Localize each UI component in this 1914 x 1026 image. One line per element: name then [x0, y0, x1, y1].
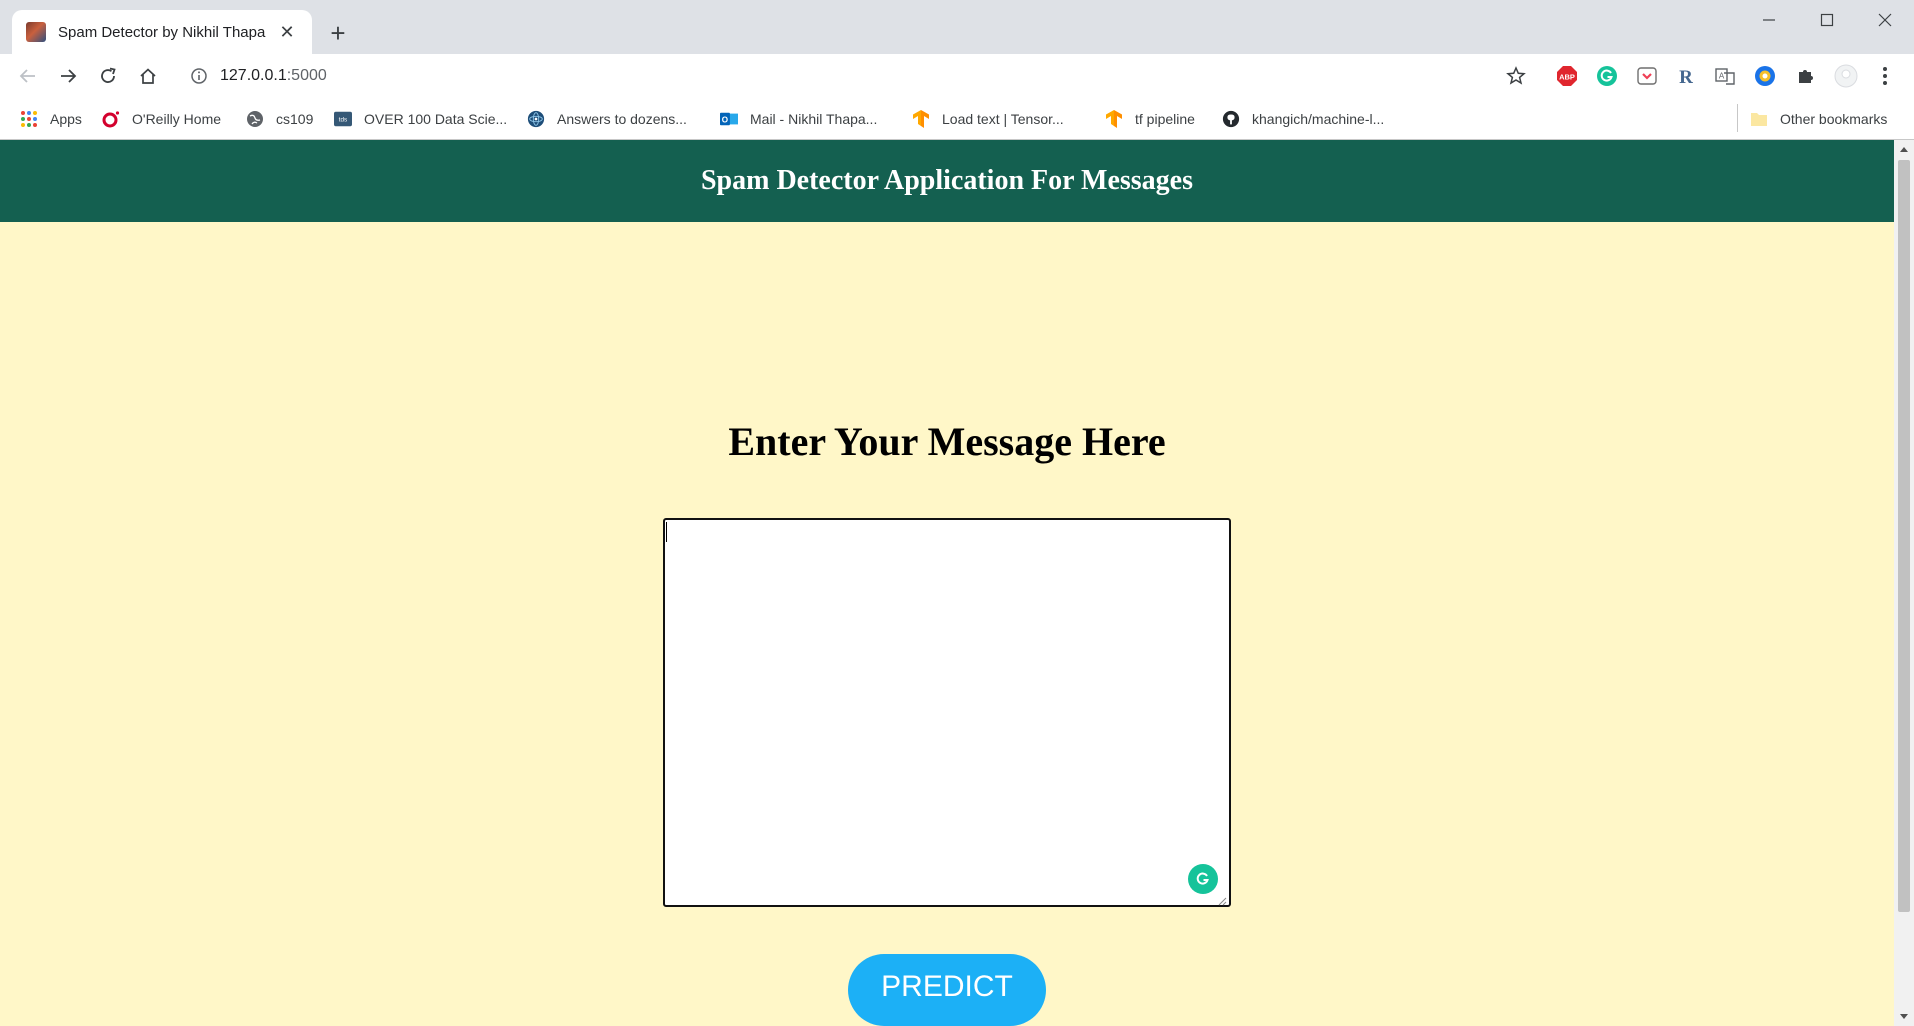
bookmark-apps[interactable]: Apps [20, 107, 82, 131]
page-scrollbar[interactable] [1894, 140, 1914, 1026]
text-caret [666, 522, 667, 542]
bookmark-star-icon[interactable] [1504, 64, 1528, 88]
back-arrow-icon[interactable] [12, 60, 44, 92]
close-window-icon[interactable] [1856, 0, 1914, 40]
bookmark-label: Load text | Tensor... [942, 111, 1064, 127]
bookmark-tf-pipeline[interactable]: tf pipeline [1105, 107, 1195, 131]
globe-icon [246, 110, 264, 128]
browser-tab[interactable]: Spam Detector by Nikhil Thapa ✕ [12, 10, 312, 54]
svg-text:tds: tds [339, 117, 347, 124]
bookmarks-bar: Apps O'Reilly Home cs109 tds OVER 100 Da… [0, 99, 1914, 140]
bookmark-label: Answers to dozens... [557, 111, 687, 127]
home-icon[interactable] [132, 60, 164, 92]
bookmark-label: khangich/machine-l... [1252, 111, 1385, 127]
new-tab-button[interactable]: + [322, 17, 354, 49]
scroll-thumb[interactable] [1898, 160, 1910, 912]
other-bookmarks[interactable]: Other bookmarks [1750, 107, 1887, 131]
bookmark-github[interactable]: khangich/machine-l... [1222, 107, 1384, 131]
bookmark-answers[interactable]: Answers to dozens... [527, 107, 687, 131]
translate-icon[interactable]: A [1713, 64, 1737, 88]
scroll-up-icon[interactable] [1894, 140, 1914, 158]
tensorflow-icon [912, 110, 930, 128]
tab-title: Spam Detector by Nikhil Thapa [58, 23, 266, 41]
r-icon[interactable]: R [1674, 64, 1698, 88]
url-port: :5000 [286, 67, 327, 84]
grammarly-badge-icon[interactable] [1188, 864, 1218, 894]
browser-toolbar: 127.0.0.1:5000 ABP R A [0, 54, 1914, 99]
tensorflow-icon [1105, 110, 1123, 128]
kebab-menu-icon[interactable] [1873, 64, 1897, 88]
github-icon [1222, 110, 1240, 128]
window-controls [1740, 0, 1914, 40]
svg-text:ABP: ABP [1559, 73, 1575, 82]
oreilly-icon [102, 110, 120, 128]
adblock-icon[interactable]: ABP [1555, 64, 1579, 88]
header-title: Spam Detector Application For Messages [700, 165, 1194, 196]
page-header: Spam Detector Application For Messages [0, 140, 1894, 222]
svg-text:O: O [722, 116, 728, 125]
site-info-icon[interactable] [190, 67, 208, 85]
predict-button[interactable]: PREDICT [848, 954, 1046, 1026]
pocket-icon[interactable] [1635, 64, 1659, 88]
bookmark-oreilly[interactable]: O'Reilly Home [102, 107, 221, 131]
message-heading: Enter Your Message Here [728, 419, 1166, 464]
tab-close-icon[interactable]: ✕ [276, 21, 298, 43]
svg-text:R: R [1679, 67, 1693, 87]
bookmark-label: O'Reilly Home [132, 111, 222, 127]
bookmark-label: tf pipeline [1135, 111, 1195, 127]
outlook-icon: O [720, 110, 738, 128]
svg-text:A: A [1719, 72, 1725, 81]
bookmark-mail[interactable]: O Mail - Nikhil Thapa... [720, 107, 877, 131]
bookmark-tds[interactable]: tds OVER 100 Data Scie... [334, 107, 507, 131]
atom-icon [527, 110, 545, 128]
shield-icon[interactable] [1753, 64, 1777, 88]
address-bar[interactable]: 127.0.0.1:5000 [176, 58, 1516, 94]
bookmarks-divider [1737, 104, 1738, 132]
bookmark-label: cs109 [276, 111, 314, 127]
bookmark-label: OVER 100 Data Scie... [364, 111, 508, 127]
tab-strip: Spam Detector by Nikhil Thapa ✕ + [0, 0, 1914, 54]
message-textarea[interactable] [663, 518, 1231, 907]
profile-icon[interactable] [1834, 64, 1858, 88]
url-host: 127.0.0.1 [220, 67, 287, 84]
folder-icon [1750, 110, 1768, 128]
bookmark-label: Apps [50, 111, 82, 127]
spam-detector-favicon [26, 22, 46, 42]
reload-icon[interactable] [92, 60, 124, 92]
bookmark-load-text[interactable]: Load text | Tensor... [912, 107, 1064, 131]
apps-grid-icon [20, 110, 38, 128]
puzzle-icon[interactable] [1794, 64, 1818, 88]
other-bookmarks-label: Other bookmarks [1780, 111, 1888, 127]
scroll-down-icon[interactable] [1894, 1008, 1914, 1026]
minimize-icon[interactable] [1740, 0, 1798, 40]
bookmark-cs109[interactable]: cs109 [246, 107, 313, 131]
page-viewport: Spam Detector Application For Messages E… [0, 140, 1894, 1026]
forward-arrow-icon[interactable] [52, 60, 84, 92]
grammarly-icon[interactable] [1595, 64, 1619, 88]
resize-grip-icon[interactable] [1215, 893, 1227, 906]
maximize-icon[interactable] [1798, 0, 1856, 40]
tds-icon: tds [334, 110, 352, 128]
bookmark-label: Mail - Nikhil Thapa... [750, 111, 878, 127]
